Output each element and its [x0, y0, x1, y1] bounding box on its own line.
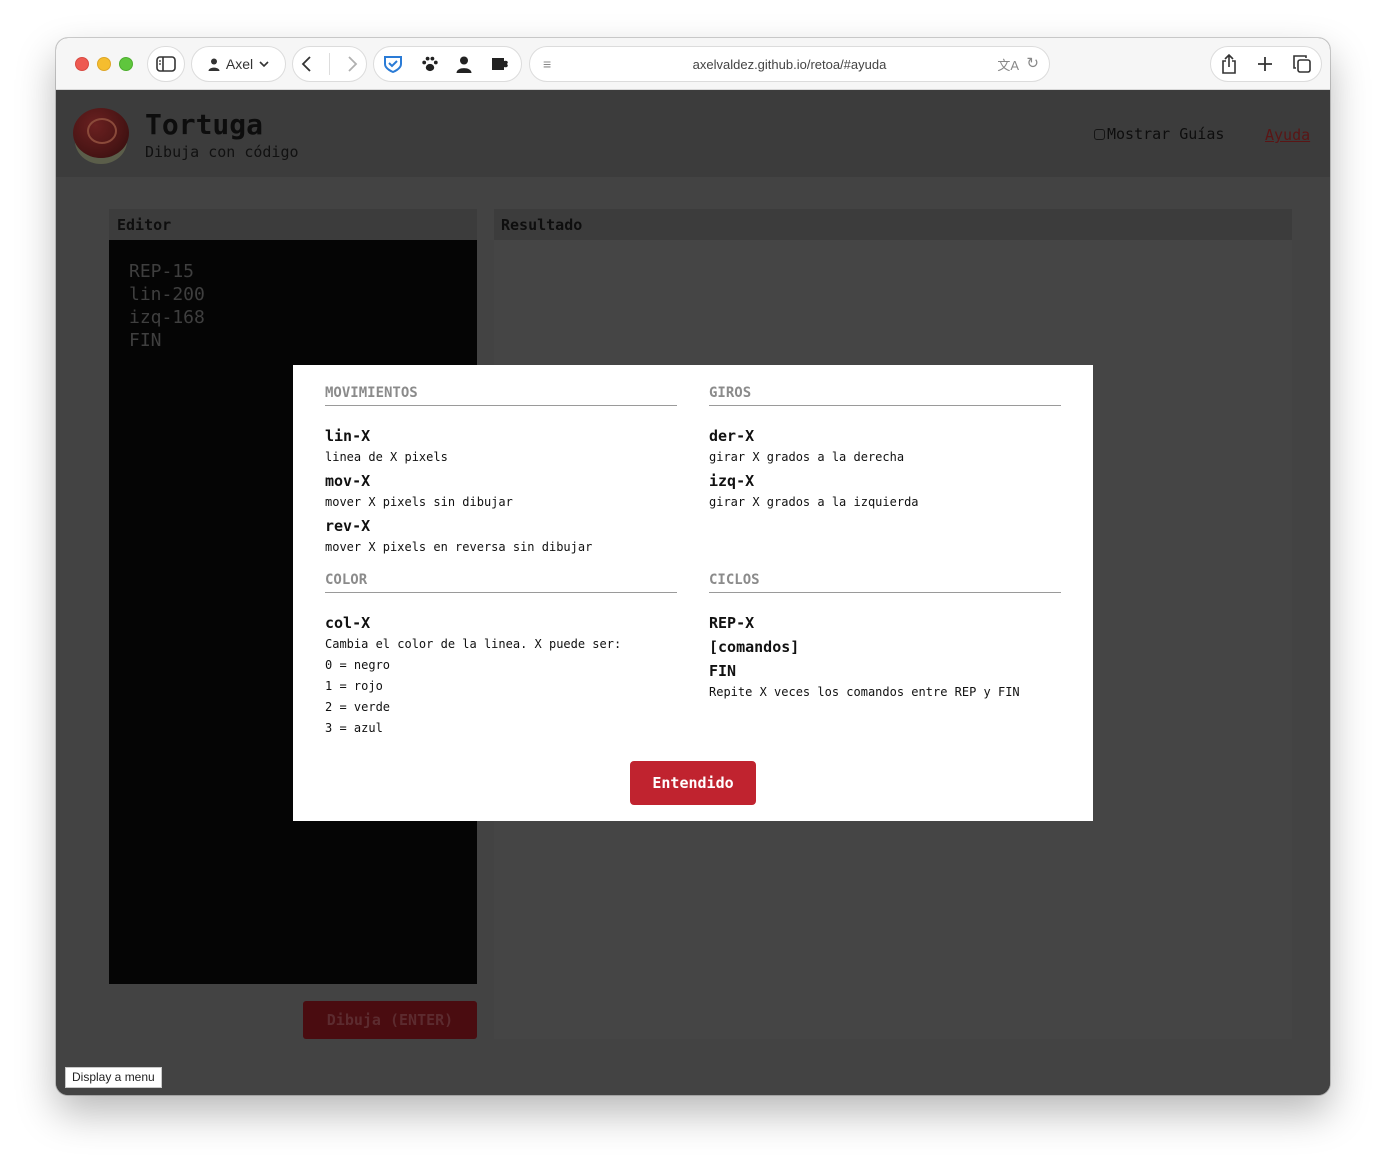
- url-text: axelvaldez.github.io/retoa/#ayuda: [692, 56, 887, 72]
- movimientos-section: MOVIMIENTOS lin-X linea de X pixels mov-…: [325, 385, 677, 559]
- divider: [329, 53, 330, 75]
- code-line: REP-15: [129, 261, 195, 282]
- tabs-overview-icon[interactable]: [1293, 55, 1311, 73]
- app-header: Tortuga Dibuja con código Mostrar Guías …: [56, 90, 1330, 177]
- minimize-window-button[interactable]: [97, 57, 111, 71]
- sidebar-toggle-button[interactable]: [147, 46, 185, 82]
- chevron-down-icon: [259, 60, 269, 67]
- sidebar-icon: [156, 56, 176, 72]
- understood-button[interactable]: Entendido: [630, 761, 756, 805]
- command-description: girar X grados a la izquierda: [709, 495, 919, 509]
- puzzle-extension-icon[interactable]: [490, 55, 512, 73]
- command-name: der-X: [709, 427, 755, 445]
- command-name: REP-X: [709, 614, 755, 632]
- forward-icon[interactable]: [346, 56, 358, 72]
- color-option: 0 = negro: [325, 658, 391, 672]
- command-name: rev-X: [325, 517, 371, 535]
- shield-extension-icon[interactable]: [383, 55, 403, 73]
- show-guides-toggle[interactable]: Mostrar Guías: [1094, 125, 1224, 143]
- help-link[interactable]: Ayuda: [1265, 126, 1310, 144]
- person-extension-icon[interactable]: [456, 56, 472, 73]
- command-name: mov-X: [325, 472, 371, 490]
- command-description: mover X pixels sin dibujar: [325, 495, 513, 509]
- navigation-buttons: [292, 46, 367, 82]
- command-description: linea de X pixels: [325, 450, 448, 464]
- command-name: izq-X: [709, 472, 755, 490]
- draw-button[interactable]: Dibuja (ENTER): [303, 1001, 477, 1039]
- browser-window: Axel ≡ axelvaldez.github.io/retoa/#ayuda…: [56, 38, 1330, 1095]
- command-description: girar X grados a la derecha: [709, 450, 905, 464]
- page-content: Tortuga Dibuja con código Mostrar Guías …: [56, 90, 1330, 1095]
- reload-icon[interactable]: ↻: [1026, 54, 1039, 72]
- paw-icon[interactable]: [421, 55, 439, 73]
- section-title: GIROS: [709, 385, 1061, 406]
- color-option: 1 = rojo: [325, 679, 383, 693]
- guides-checkbox[interactable]: [1094, 128, 1105, 140]
- tooltip: Display a menu: [65, 1067, 162, 1088]
- turtle-shell-logo-icon: [73, 108, 129, 158]
- translate-icon[interactable]: 文A: [997, 55, 1019, 74]
- app-subtitle: Dibuja con código: [145, 143, 299, 161]
- person-icon: [208, 58, 220, 71]
- section-title: MOVIMIENTOS: [325, 385, 677, 406]
- command-description: Repite X veces los comandos entre REP y …: [709, 685, 1020, 699]
- giros-section: GIROS der-X girar X grados a la derecha …: [709, 385, 1061, 514]
- back-icon[interactable]: [301, 56, 313, 72]
- result-label: Resultado: [501, 216, 583, 234]
- command-name: col-X: [325, 614, 371, 632]
- zoom-window-button[interactable]: [119, 57, 133, 71]
- browser-toolbar: Axel ≡ axelvaldez.github.io/retoa/#ayuda…: [56, 38, 1330, 90]
- window-actions: [1210, 46, 1322, 82]
- guides-label: Mostrar Guías: [1107, 125, 1225, 143]
- color-option: 3 = azul: [325, 721, 383, 735]
- ciclos-section: CICLOS REP-X [comandos] FIN Repite X vec…: [709, 572, 1061, 704]
- code-line: lin-200: [129, 284, 205, 305]
- command-description: Cambia el color de la linea. X puede ser…: [325, 637, 622, 651]
- app-title: Tortuga: [145, 108, 264, 141]
- command-name: [comandos]: [709, 638, 800, 656]
- page-menu-icon[interactable]: ≡: [543, 56, 551, 72]
- profile-menu-button[interactable]: Axel: [191, 46, 286, 82]
- share-icon[interactable]: [1221, 54, 1237, 74]
- command-description: mover X pixels en reversa sin dibujar: [325, 540, 593, 554]
- color-section: COLOR col-X Cambia el color de la linea.…: [325, 572, 677, 740]
- profile-name: Axel: [225, 56, 254, 72]
- command-name: lin-X: [325, 427, 371, 445]
- result-header: [494, 209, 1292, 240]
- section-title: COLOR: [325, 572, 677, 593]
- code-line: FIN: [129, 330, 162, 351]
- color-option: 2 = verde: [325, 700, 391, 714]
- editor-label: Editor: [117, 216, 172, 234]
- extensions-bar: [373, 46, 522, 82]
- help-modal: MOVIMIENTOS lin-X linea de X pixels mov-…: [293, 365, 1093, 821]
- address-bar[interactable]: ≡ axelvaldez.github.io/retoa/#ayuda 文A ↻: [529, 46, 1050, 82]
- close-window-button[interactable]: [75, 57, 89, 71]
- new-tab-icon[interactable]: [1257, 56, 1273, 72]
- code-line: izq-168: [129, 307, 205, 328]
- command-name: FIN: [709, 662, 737, 680]
- section-title: CICLOS: [709, 572, 1061, 593]
